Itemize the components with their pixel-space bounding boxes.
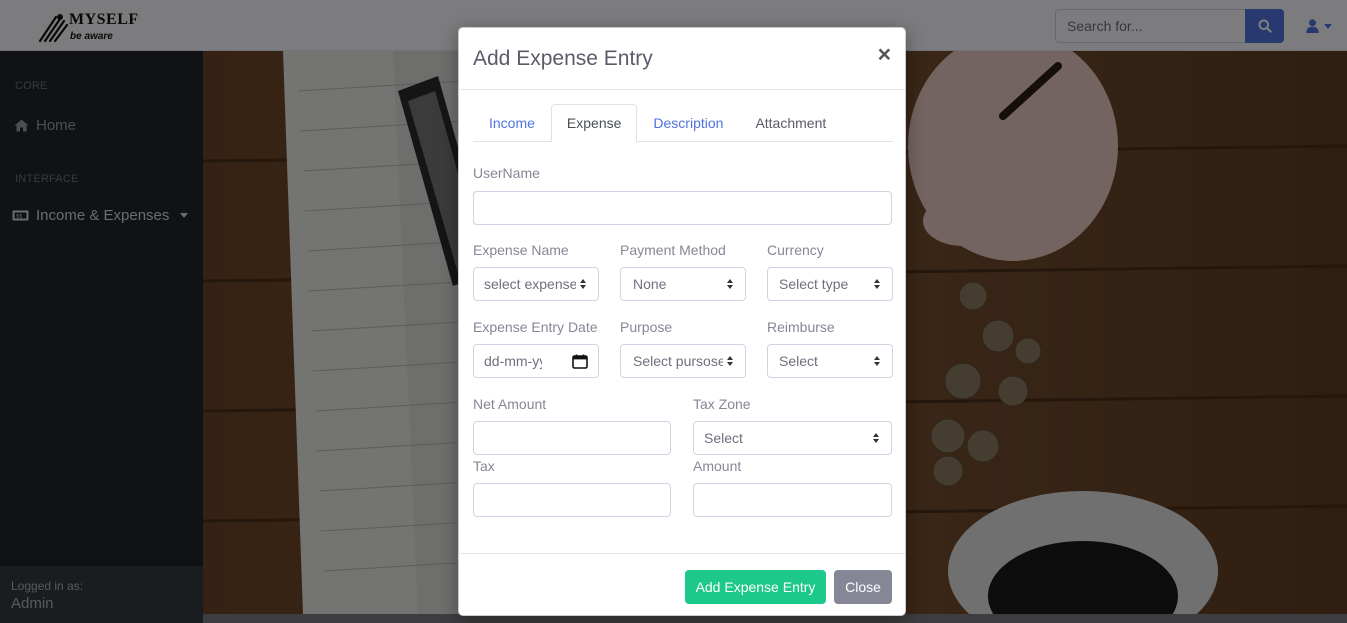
purpose-label: Purpose (620, 319, 673, 335)
calendar-icon[interactable] (572, 354, 588, 369)
tax-label: Tax (473, 458, 495, 474)
select-arrows-icon (874, 355, 882, 367)
payment-method-value: None (633, 276, 667, 292)
net-amount-input[interactable] (473, 421, 671, 455)
add-expense-modal: Add Expense Entry × Income Expense Descr… (458, 27, 906, 616)
expense-entry-date-label: Expense Entry Date (473, 319, 598, 335)
select-arrows-icon (580, 278, 588, 290)
expense-name-label: Expense Name (473, 242, 569, 258)
tax-zone-label: Tax Zone (693, 396, 751, 412)
username-input[interactable] (473, 191, 892, 225)
currency-select[interactable]: Select type (767, 267, 893, 301)
amount-input[interactable] (693, 483, 892, 517)
currency-value: Select type (779, 276, 849, 292)
payment-method-label: Payment Method (620, 242, 726, 258)
net-amount-label: Net Amount (473, 396, 547, 412)
modal-header: Add Expense Entry × (459, 28, 905, 90)
purpose-value: Select pursose (633, 353, 723, 369)
add-expense-entry-button[interactable]: Add Expense Entry (685, 570, 826, 604)
close-button[interactable]: Close (834, 570, 892, 604)
tax-zone-select[interactable]: Select (693, 421, 892, 455)
currency-label: Currency (767, 242, 824, 258)
select-arrows-icon (873, 432, 881, 444)
modal-footer: Add Expense Entry Close (459, 553, 905, 615)
tab-expense[interactable]: Expense (550, 104, 638, 142)
username-label: UserName (473, 165, 540, 181)
tax-zone-value: Select (704, 430, 743, 446)
close-icon[interactable]: × (878, 43, 891, 66)
amount-label: Amount (693, 458, 742, 474)
modal-tabs: Income Expense Description Attachment (473, 104, 893, 142)
select-arrows-icon (874, 278, 882, 290)
reimburse-select[interactable]: Select (767, 344, 893, 378)
tab-description[interactable]: Description (637, 104, 739, 142)
expense-entry-date-value: dd-mm-yyyy (484, 353, 542, 369)
expense-name-select[interactable]: select expense (473, 267, 599, 301)
modal-title: Add Expense Entry (473, 47, 653, 70)
expense-entry-date-input[interactable]: dd-mm-yyyy (473, 344, 599, 378)
tab-attachment[interactable]: Attachment (739, 104, 842, 142)
reimburse-value: Select (779, 353, 818, 369)
payment-method-select[interactable]: None (620, 267, 746, 301)
expense-name-value: select expense (484, 276, 576, 292)
purpose-select[interactable]: Select pursose (620, 344, 746, 378)
tab-income[interactable]: Income (473, 104, 551, 142)
select-arrows-icon (727, 278, 735, 290)
tax-input[interactable] (473, 483, 671, 517)
reimburse-label: Reimburse (767, 319, 835, 335)
select-arrows-icon (727, 355, 735, 367)
